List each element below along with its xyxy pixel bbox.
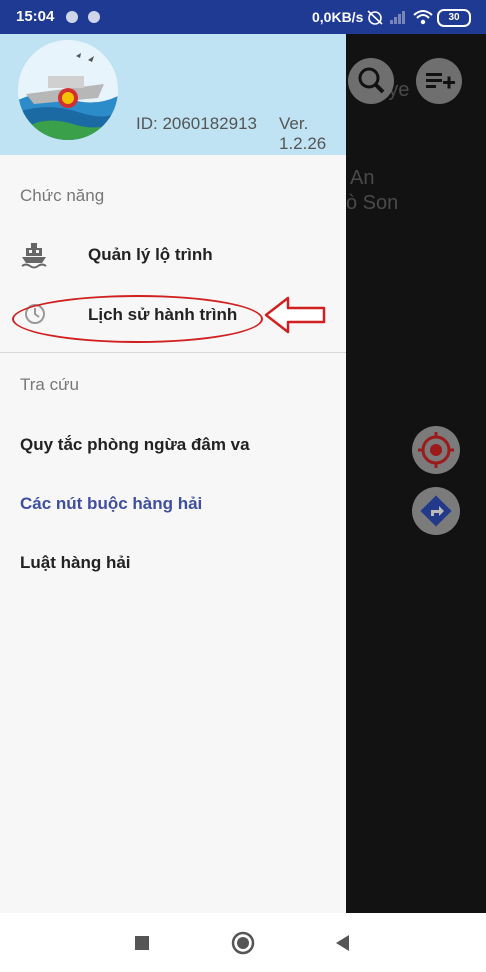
playlist-add-icon xyxy=(426,73,455,89)
map-label: An xyxy=(350,167,375,189)
directions-icon xyxy=(420,495,452,527)
status-bar: 15:04 0,0KB/s 30 xyxy=(0,0,486,34)
app-id-text: ID: 2060182913 xyxy=(136,114,257,133)
menu-item-route-management[interactable]: Quản lý lộ trình xyxy=(0,230,346,280)
map-label: ò Son xyxy=(346,192,399,214)
notification-dot-icon xyxy=(88,11,100,23)
status-time: 15:04 xyxy=(16,8,55,25)
divider xyxy=(0,352,346,353)
drawer-header: ID: 2060182913 Ver. 1.2.26 xyxy=(0,34,346,155)
search-icon xyxy=(358,67,385,94)
section-title-lookup: Tra cứu xyxy=(20,375,79,394)
link-collision-rules[interactable]: Quy tắc phòng ngừa đâm va xyxy=(20,435,250,455)
back-button[interactable] xyxy=(333,933,351,953)
ship-icon xyxy=(21,243,47,269)
signal-icon xyxy=(390,11,405,24)
home-button[interactable] xyxy=(231,931,255,955)
navigation-drawer: ID: 2060182913 Ver. 1.2.26 Chức năng Quả… xyxy=(0,34,346,913)
menu-item-label: Quản lý lộ trình xyxy=(88,245,213,264)
wifi-icon xyxy=(413,10,433,25)
target-icon xyxy=(418,432,454,468)
add-route-button[interactable] xyxy=(416,58,462,104)
search-button[interactable] xyxy=(348,58,394,104)
map-view[interactable]: guye An ò Son xyxy=(346,34,486,913)
locate-button[interactable] xyxy=(412,426,460,474)
notification-dot-icon xyxy=(66,11,78,23)
link-maritime-knots[interactable]: Các nút buộc hàng hải xyxy=(20,494,202,514)
recent-apps-button[interactable] xyxy=(133,934,151,952)
version-label: Ver. xyxy=(279,114,309,133)
section-title-functions: Chức năng xyxy=(20,186,105,205)
highlight-ellipse xyxy=(12,295,263,343)
highlight-arrow-icon xyxy=(264,296,326,334)
app-logo xyxy=(18,40,118,140)
battery-icon: 30 xyxy=(437,9,471,27)
system-navigation-bar xyxy=(0,913,486,972)
network-speed: 0,0KB/s xyxy=(312,9,364,25)
alarm-off-icon xyxy=(367,10,383,25)
link-maritime-law[interactable]: Luật hàng hải xyxy=(20,553,131,573)
directions-button[interactable] xyxy=(412,487,460,535)
version-number: 1.2.26 xyxy=(279,134,327,153)
app-version: Ver. 1.2.26 xyxy=(279,114,326,154)
